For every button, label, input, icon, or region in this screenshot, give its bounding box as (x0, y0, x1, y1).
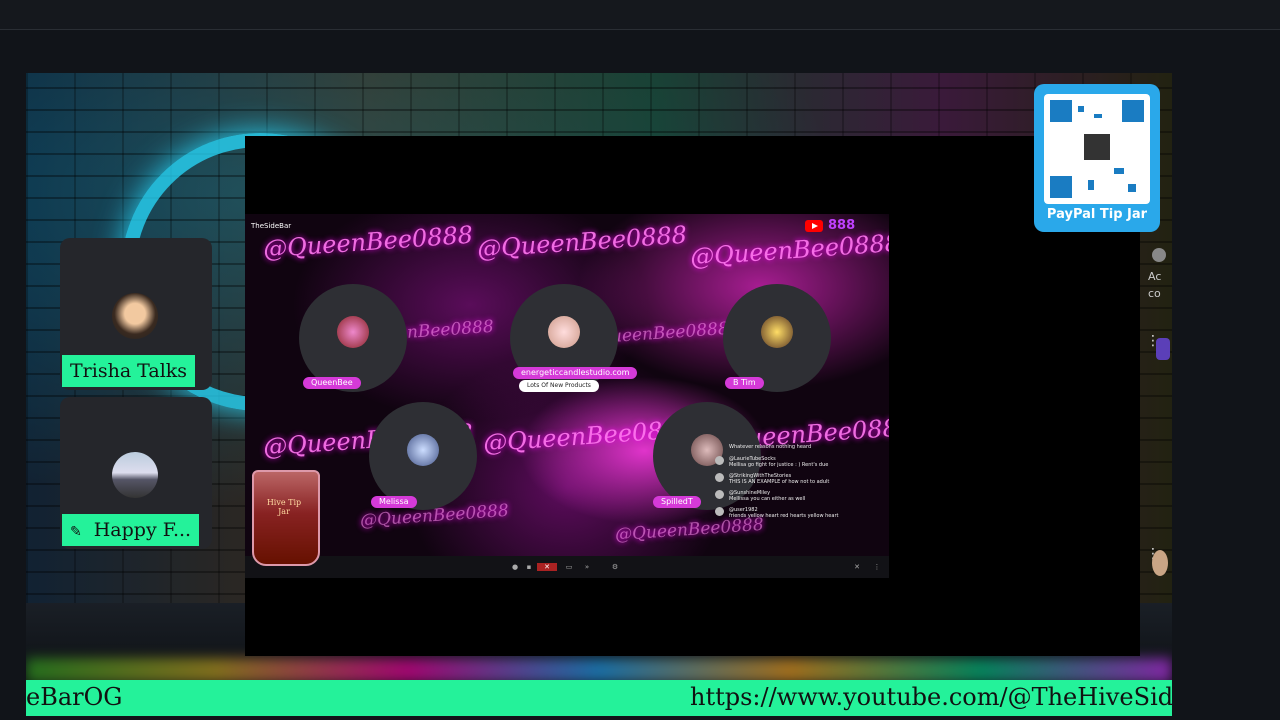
participant-tile (369, 402, 477, 510)
viewer-count: 888 (828, 218, 856, 233)
qr-module (1078, 106, 1084, 112)
qr-center-image (1084, 134, 1110, 160)
guest-cam-1: Trisha Talks (60, 238, 212, 390)
side-avatar (1152, 550, 1168, 576)
chat-text: Mellisa go fight for justice : ) Rent's … (729, 462, 829, 468)
participant-name: Melissa (371, 496, 417, 508)
guest-name: Happy F... (93, 519, 192, 541)
guest-avatar (112, 293, 158, 339)
chat-text: friends yellow heart red hearts yellow h… (729, 513, 839, 519)
chat-header: Whatever reasons nothing heard (729, 444, 812, 450)
avatar (407, 434, 439, 466)
shared-screen: TheSideBar 888 @QueenBee0888 @QueenBee08… (245, 214, 889, 578)
broadcast-name: TheSideBar (251, 222, 292, 230)
avatar (761, 316, 793, 348)
guest-cam-2: ✎ Happy F... (60, 397, 212, 549)
muted-mic-icon: ✎ (70, 524, 82, 540)
qr-code-image (1044, 94, 1150, 204)
qr-finder (1050, 100, 1072, 122)
forward-icon[interactable]: » (583, 563, 591, 571)
youtube-icon (805, 220, 823, 232)
screen-share-icon[interactable]: ▭ (565, 563, 573, 571)
qr-finder (1050, 176, 1072, 198)
chat-message: @StrikingWithTheStories THIS IS AN EXAMPL… (715, 473, 880, 485)
top-bar (0, 0, 1280, 30)
participant-subtitle: Lots Of New Products (519, 380, 599, 392)
end-call-icon[interactable]: ✕ (537, 563, 557, 571)
chat-avatar (715, 490, 724, 499)
chat-message: @LaurieTubeSocks Mellisa go fight for jus… (715, 456, 880, 468)
participant-tile (723, 284, 831, 392)
side-badge (1156, 338, 1170, 360)
chat-avatar (715, 507, 724, 516)
close-icon[interactable]: ✕ (853, 563, 861, 571)
tip-jar-cup-image: Hive Tip Jar (252, 470, 320, 566)
side-text-fragment: co (1148, 287, 1161, 300)
participant-tile (299, 284, 407, 392)
studio-control-bar: ● ▪ ✕ ▭ » ⚙ ✕ ⋮ (245, 556, 889, 578)
avatar (337, 316, 369, 348)
participant-name: QueenBee (303, 377, 361, 389)
qr-module (1114, 168, 1124, 174)
avatar (548, 316, 580, 348)
watermark: @QueenBee0888 (262, 220, 474, 264)
chat-avatar (715, 456, 724, 465)
participant-name: B Tim (725, 377, 764, 389)
guest-name-label: ✎ Happy F... (62, 514, 200, 546)
side-text-fragment: Ac (1148, 270, 1162, 283)
chat-text: Mellissa you can either as well (729, 496, 806, 502)
ticker-url: https://www.youtube.com/@TheHiveSideBa (690, 683, 1172, 711)
qr-module (1094, 114, 1102, 118)
qr-module (1088, 180, 1094, 190)
menu-icon[interactable]: ⋮ (873, 563, 881, 571)
chat-overlay: Whatever reasons nothing heard @LaurieTu… (715, 444, 880, 544)
guest-avatar (112, 452, 158, 498)
cup-logo: Hive Tip Jar (266, 498, 302, 516)
qr-finder (1122, 100, 1144, 122)
qr-label: PayPal Tip Jar (1046, 207, 1148, 222)
qr-module (1128, 184, 1136, 192)
participant-name: energeticcandlestudio.com (513, 367, 638, 379)
ticker-left-text: eBarOG (26, 683, 123, 711)
watermark: @QueenBee0888 (476, 220, 688, 264)
chat-text: THIS IS AN EXAMPLE of how not to adult (729, 479, 830, 485)
guest-name-label: Trisha Talks (62, 355, 196, 387)
settings-icon[interactable]: ⚙ (611, 563, 619, 571)
mic-icon[interactable]: ● (511, 563, 519, 571)
scrolling-ticker: eBarOG https://www.youtube.com/@TheHiveS… (26, 680, 1172, 716)
watermark: @QueenBee0888 (689, 228, 889, 272)
participant-name: SpilledT (653, 496, 701, 508)
side-avatar (1152, 248, 1166, 262)
paypal-qr-code[interactable]: PayPal Tip Jar (1034, 84, 1160, 232)
chat-avatar (715, 473, 724, 482)
camera-icon[interactable]: ▪ (525, 563, 533, 571)
chat-message: @user1982 friends yellow heart red hearts… (715, 507, 880, 519)
chat-message: @SunshineMiley Mellissa you can either as… (715, 490, 880, 502)
